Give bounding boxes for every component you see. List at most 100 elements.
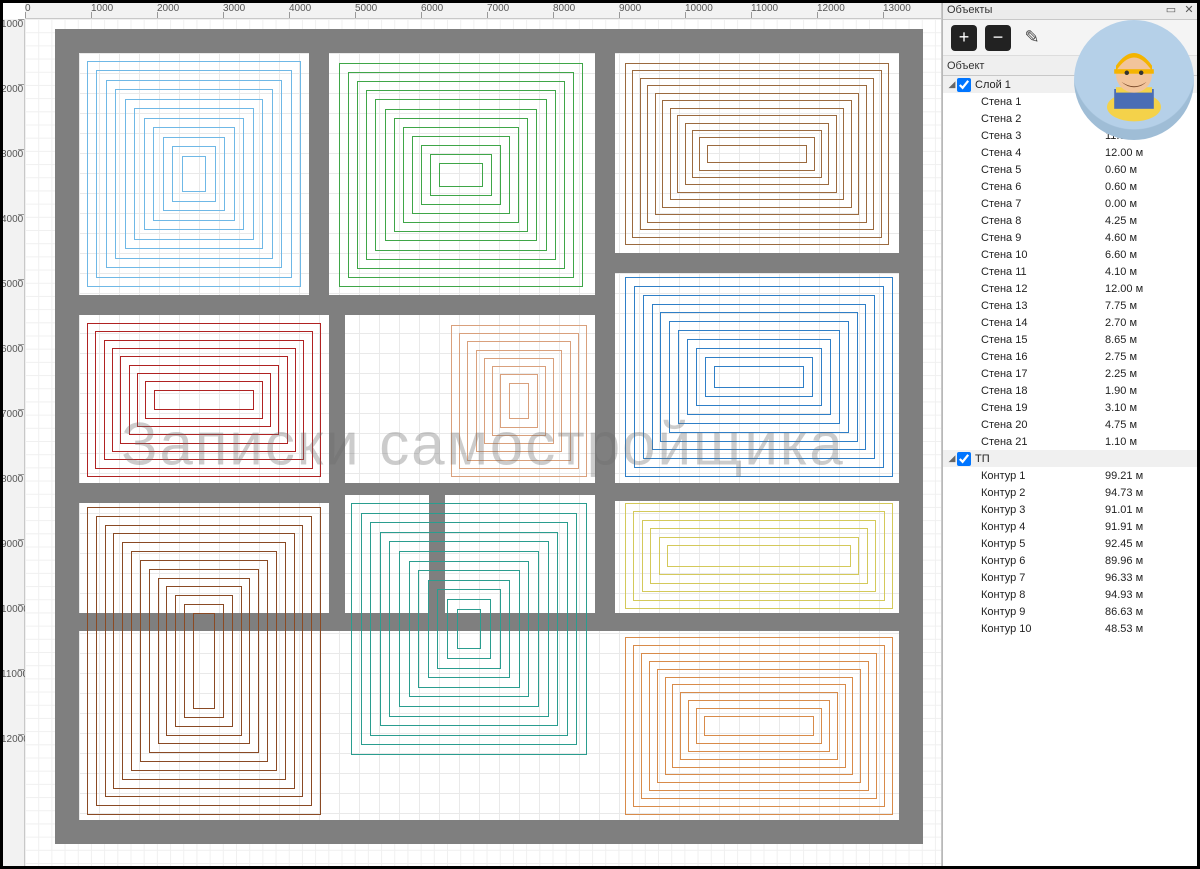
tree-item[interactable]: Контур 199.21 м (943, 467, 1200, 484)
tree-item[interactable]: Стена 50.60 м (943, 161, 1200, 178)
item-value: 7.75 м (1105, 300, 1200, 312)
tree-item[interactable]: Стена 172.25 м (943, 365, 1200, 382)
tree-item[interactable]: Контур 986.63 м (943, 603, 1200, 620)
tree-item[interactable]: Стена 193.10 м (943, 399, 1200, 416)
item-value: 92.45 м (1105, 538, 1200, 550)
panel-close-icon[interactable]: ✕ (1182, 3, 1196, 17)
pipe-loop (439, 163, 482, 186)
heating-loop-room[interactable] (623, 275, 895, 479)
inner-wall (595, 53, 615, 631)
pipe-loop (667, 545, 850, 566)
item-name: Контур 3 (947, 504, 1105, 516)
pipe-loop (714, 366, 805, 389)
heating-loop-room[interactable] (623, 501, 895, 611)
tree-item[interactable]: Контур 1048.53 м (943, 620, 1200, 637)
heating-loop-room[interactable] (623, 61, 891, 247)
heating-loop-room[interactable] (337, 61, 585, 289)
heating-loop-room[interactable] (449, 323, 589, 479)
item-name: Стена 6 (947, 181, 1105, 193)
tree-item[interactable]: Контур 491.91 м (943, 518, 1200, 535)
item-name: Контур 1 (947, 470, 1105, 482)
layer-visibility-checkbox[interactable] (957, 452, 971, 466)
drawing-stage[interactable]: Записки самостройщика (25, 19, 941, 868)
heating-loop-room[interactable] (349, 501, 589, 757)
item-name: Стена 3 (947, 130, 1105, 142)
ruler-tick: 10000 (685, 1, 751, 18)
item-name: Контур 6 (947, 555, 1105, 567)
item-value: 8.65 м (1105, 334, 1200, 346)
tree-item[interactable]: Стена 181.90 м (943, 382, 1200, 399)
tree-item[interactable]: Контур 592.45 м (943, 535, 1200, 552)
floor-plan[interactable] (55, 29, 935, 859)
tree-item[interactable]: Контур 391.01 м (943, 501, 1200, 518)
ruler-tick: 11000 (751, 1, 817, 18)
tree-group[interactable]: ◢ТП (943, 450, 1200, 467)
tree-item[interactable]: Стена 137.75 м (943, 297, 1200, 314)
tree-item[interactable]: Контур 294.73 м (943, 484, 1200, 501)
item-value: 48.53 м (1105, 623, 1200, 635)
tree-item[interactable]: Стена 94.60 м (943, 229, 1200, 246)
tree-item[interactable]: Стена 412.00 м (943, 144, 1200, 161)
item-name: Стена 13 (947, 300, 1105, 312)
ruler-tick: 6000 (421, 1, 487, 18)
ruler-tick: 3000 (223, 1, 289, 18)
pipe-loop (509, 383, 530, 420)
tree-item[interactable]: Стена 114.10 м (943, 263, 1200, 280)
tree-item[interactable]: Контур 796.33 м (943, 569, 1200, 586)
tree-item[interactable]: Стена 204.75 м (943, 416, 1200, 433)
tree-item[interactable]: Стена 211.10 м (943, 433, 1200, 450)
ruler-tick: 5000 (1, 279, 24, 344)
item-value: 4.60 м (1105, 232, 1200, 244)
item-value: 1.10 м (1105, 436, 1200, 448)
tree-item[interactable]: Контур 689.96 м (943, 552, 1200, 569)
pipe-loop (457, 609, 482, 650)
layer-visibility-checkbox[interactable] (957, 78, 971, 92)
item-name: Контур 8 (947, 589, 1105, 601)
item-name: Стена 8 (947, 215, 1105, 227)
tree-item[interactable]: Стена 162.75 м (943, 348, 1200, 365)
item-name: Стена 10 (947, 249, 1105, 261)
item-value: 4.25 м (1105, 215, 1200, 227)
item-name: Стена 15 (947, 334, 1105, 346)
item-name: Стена 9 (947, 232, 1105, 244)
heating-loop-room[interactable] (85, 505, 323, 817)
item-name: Стена 18 (947, 385, 1105, 397)
tree-item[interactable]: Стена 60.60 м (943, 178, 1200, 195)
heating-loop-room[interactable] (85, 59, 303, 289)
tree-twisty-icon[interactable]: ◢ (947, 453, 957, 464)
item-name: Контур 9 (947, 606, 1105, 618)
tree-item[interactable]: Стена 142.70 м (943, 314, 1200, 331)
tree-item[interactable]: Стена 84.25 м (943, 212, 1200, 229)
object-tree[interactable]: ◢Слой 1Стена 112.75 мСтена 20.00 мСтена … (943, 76, 1200, 869)
edit-button[interactable]: ✎ (1019, 25, 1045, 51)
pipe-loop (193, 613, 215, 709)
ruler-tick: 5000 (355, 1, 421, 18)
remove-button[interactable]: − (985, 25, 1011, 51)
ruler-tick: 0 (25, 1, 91, 18)
pipe-loop (182, 156, 206, 192)
ruler-vertical: 1000200030004000500060007000800090001000… (1, 19, 25, 868)
tree-item[interactable]: Стена 70.00 м (943, 195, 1200, 212)
tree-item[interactable]: Стена 158.65 м (943, 331, 1200, 348)
tree-twisty-icon[interactable]: ◢ (947, 79, 957, 90)
item-value: 4.75 м (1105, 419, 1200, 431)
item-name: Стена 14 (947, 317, 1105, 329)
heating-loop-room[interactable] (85, 321, 323, 479)
add-button[interactable]: + (951, 25, 977, 51)
tree-item[interactable]: Стена 106.60 м (943, 246, 1200, 263)
canvas-area[interactable]: 0100020003000400050006000700080009000100… (0, 0, 942, 869)
tree-item[interactable]: Контур 894.93 м (943, 586, 1200, 603)
ruler-horizontal: 0100020003000400050006000700080009000100… (25, 1, 941, 19)
ruler-tick: 3000 (1, 149, 24, 214)
panel-undock-icon[interactable]: ▭ (1164, 3, 1178, 17)
tree-item[interactable]: Стена 1212.00 м (943, 280, 1200, 297)
item-value: 12.00 м (1105, 147, 1200, 159)
heating-loop-room[interactable] (623, 635, 895, 817)
item-name: Стена 2 (947, 113, 1105, 125)
pipe-loop (707, 145, 807, 163)
ruler-tick: 9000 (1, 539, 24, 604)
app-root: 0100020003000400050006000700080009000100… (0, 0, 1200, 869)
item-value: 0.60 м (1105, 164, 1200, 176)
item-value: 91.01 м (1105, 504, 1200, 516)
inner-wall (599, 483, 899, 501)
